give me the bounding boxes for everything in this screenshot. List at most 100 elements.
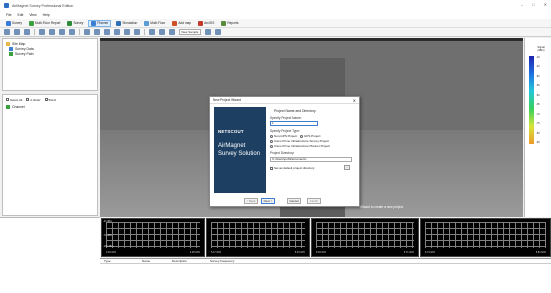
back-button[interactable]: < Back — [244, 198, 258, 204]
default-directory-checkbox[interactable] — [270, 166, 273, 170]
project-tree-panel: Site Map Survey Data Survey Path — [2, 38, 98, 91]
toolbar-separator — [144, 29, 145, 35]
legend-tick: -30 — [536, 56, 540, 59]
new-icon[interactable] — [4, 29, 10, 35]
brand-product-name: AirMagnet — [218, 143, 246, 149]
toolbar-survey-2[interactable]: Survey — [65, 20, 85, 27]
channel-icon — [6, 104, 10, 109]
redo-icon[interactable] — [49, 29, 55, 35]
project-name-input[interactable]: 1 — [270, 121, 318, 126]
survey-icon — [6, 20, 11, 26]
toolbar-reports[interactable]: Reports — [219, 20, 240, 27]
scope-grid — [106, 222, 200, 248]
help-icon[interactable] — [205, 29, 211, 35]
project-directory-label: Project Directory: — [270, 151, 295, 155]
toolbar-add-map[interactable]: Add map — [170, 20, 193, 27]
copy-icon[interactable] — [69, 29, 75, 35]
toolbar-planner[interactable]: Planner — [88, 19, 112, 27]
minimize-button[interactable]: – — [521, 2, 523, 7]
undo-icon[interactable] — [39, 29, 45, 35]
legend-tick: -55 — [536, 84, 540, 88]
legend-tick: -85 — [536, 140, 540, 144]
type-cisco-planner[interactable]: Cisco Prime Infrastructure Planner Proje… — [270, 144, 330, 148]
menu-edit[interactable]: Edit — [17, 13, 23, 17]
24ghz-checkbox[interactable] — [26, 98, 30, 101]
browse-button[interactable]: ... — [344, 165, 350, 170]
scope-grid — [425, 222, 546, 248]
open-icon[interactable] — [14, 29, 20, 35]
spectrum-scope-2: 5.17 GHz 5.33 GHz — [206, 218, 310, 257]
channel-item[interactable]: Channel — [6, 104, 94, 109]
filter-5ghz[interactable]: 5GHz — [44, 98, 56, 102]
type-cisco-survey[interactable]: Cisco Prime Infrastructure Survey Projec… — [270, 139, 329, 143]
next-button[interactable]: Next > — [261, 198, 275, 204]
5ghz-checkbox[interactable] — [44, 98, 48, 101]
gps-radio[interactable] — [300, 134, 303, 138]
dialog-titlebar: New Project Wizard ✕ — [210, 97, 359, 104]
scope-y-label: -100 dBm — [103, 245, 114, 248]
tree-item-survey-path[interactable]: Survey Path — [6, 51, 94, 56]
scope-y-label: -30 dBm — [103, 220, 113, 223]
column-header-type[interactable]: Type — [100, 259, 138, 263]
filter-24ghz[interactable]: 2.4GHz — [26, 98, 41, 102]
menu-help[interactable]: Help — [43, 13, 50, 17]
toolbar-multi-floor[interactable]: Multi-Floor — [142, 20, 167, 27]
close-window-button[interactable]: ✕ — [544, 2, 547, 7]
zoom-out-icon[interactable] — [94, 29, 100, 35]
select-icon[interactable] — [124, 29, 130, 35]
scope-grid — [211, 222, 305, 248]
cut-icon[interactable] — [59, 29, 65, 35]
type-gps[interactable]: GPS Project — [300, 134, 321, 138]
dialog-heading: Project Name and Directory — [274, 109, 316, 113]
map-icon — [172, 20, 178, 26]
scope-x-label: 5.73 GHz — [425, 251, 436, 254]
maximize-button[interactable]: □ — [532, 2, 534, 7]
legend-tick: -80 — [536, 131, 540, 135]
select-all-checkbox[interactable] — [6, 98, 9, 101]
scope-x-label: 2.40 GHz — [106, 251, 117, 254]
legend-tick: -50 — [536, 74, 540, 78]
non-gps-radio[interactable] — [270, 134, 273, 138]
legend-tick: -65 — [536, 103, 540, 107]
grid-icon[interactable] — [169, 29, 175, 35]
cisco-survey-radio[interactable] — [270, 139, 273, 143]
column-header-description[interactable]: Description — [168, 259, 206, 263]
toolbar-survey[interactable]: Survey — [4, 20, 24, 27]
brand-product-subtitle: Survey Solution — [218, 151, 261, 157]
ap-icon[interactable] — [149, 29, 155, 35]
settings-icon[interactable] — [215, 29, 221, 35]
finish-button[interactable]: Finish — [307, 198, 321, 204]
project-type-label: Specify Project Type: — [270, 129, 300, 133]
zoom-in-icon[interactable] — [84, 29, 90, 35]
toolbar-arcgis[interactable]: ArcGIS — [196, 20, 216, 27]
cisco-planner-radio[interactable] — [270, 144, 273, 148]
toolbar-simulation[interactable]: Simulation — [114, 20, 139, 27]
dialog-title: New Project Wizard — [213, 98, 241, 102]
bottom-list[interactable] — [100, 264, 551, 293]
toolbar-multi-floor-report[interactable]: Multi-Floor Report — [27, 20, 63, 27]
pan-icon[interactable] — [114, 29, 120, 35]
secondary-toolbar: View Sample — [0, 28, 551, 37]
column-header-frequency[interactable]: Survey Frequency — [206, 259, 266, 263]
cancel-button[interactable]: Cancel — [287, 198, 301, 204]
menu-view[interactable]: View — [29, 13, 36, 17]
type-non-gps[interactable]: Non-GPS Project — [270, 134, 297, 138]
wall-icon[interactable] — [159, 29, 165, 35]
view-combo[interactable]: View Sample — [179, 29, 201, 35]
legend-color-bar — [529, 56, 534, 144]
column-header-name[interactable]: Name — [138, 259, 168, 263]
dialog-close-button[interactable]: ✕ — [353, 97, 356, 104]
project-directory-input[interactable]: C:\Users\pub\Documents\ — [270, 157, 352, 162]
scope-x-label: 2.48 GHz — [189, 251, 200, 254]
save-icon[interactable] — [24, 29, 30, 35]
menu-file[interactable]: File — [6, 13, 11, 17]
filter-select-all[interactable]: Select All — [6, 98, 22, 102]
brand-panel: NETSCOUT AirMagnet Survey Solution — [214, 107, 266, 193]
fit-icon[interactable] — [104, 29, 110, 35]
toolbar-separator — [79, 29, 80, 35]
project-name-label: Specify Project Name: — [270, 116, 302, 120]
floors-icon — [144, 20, 150, 26]
measure-icon[interactable] — [134, 29, 140, 35]
folder-icon — [6, 41, 10, 46]
default-directory-option[interactable]: Set as default project directory — [270, 166, 315, 170]
